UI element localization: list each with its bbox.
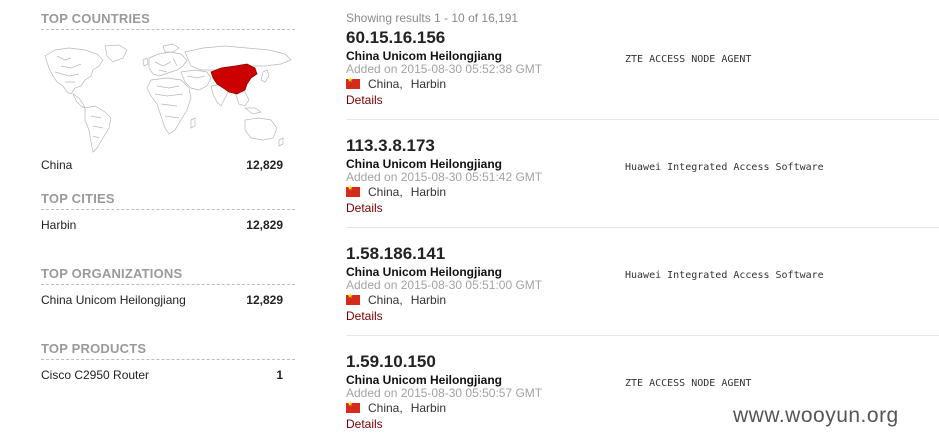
result-location: China, Harbin <box>346 184 447 199</box>
top-products-heading: TOP PRODUCTS <box>41 341 295 360</box>
world-map <box>41 42 295 154</box>
result-item: 113.3.8.173 China Unicom Heilongjiang Ad… <box>346 120 939 228</box>
result-city: Harbin <box>410 185 447 199</box>
result-banner: Huawei Integrated Access Software <box>625 270 824 281</box>
result-item: 60.15.16.156 China Unicom Heilongjiang A… <box>346 12 939 120</box>
product-stat-row[interactable]: Cisco C2950 Router 1 <box>41 368 283 382</box>
result-org: China Unicom Heilongjiang <box>346 49 503 63</box>
result-location: China, Harbin <box>346 292 447 307</box>
china-flag-icon <box>346 76 360 89</box>
facets-sidebar: TOP COUNTRIES China 12,829 TOP CITIES Ha… <box>0 0 300 448</box>
china-flag-icon <box>346 184 360 197</box>
result-banner: ZTE ACCESS NODE AGENT <box>625 378 752 389</box>
details-link[interactable]: Details <box>346 417 383 431</box>
city-count: 12,829 <box>246 218 283 232</box>
organization-stat-row[interactable]: China Unicom Heilongjiang 12,829 <box>41 293 283 307</box>
details-link[interactable]: Details <box>346 93 383 107</box>
result-banner: Huawei Integrated Access Software <box>625 162 824 173</box>
country-label: China <box>41 158 73 172</box>
details-link[interactable]: Details <box>346 201 383 215</box>
organization-label: China Unicom Heilongjiang <box>41 293 186 307</box>
country-stat-row[interactable]: China 12,829 <box>41 158 283 172</box>
location-separator: , <box>399 185 403 199</box>
watermark-text: www.wooyun.org <box>733 404 899 427</box>
result-city: Harbin <box>410 77 447 91</box>
world-map-svg <box>44 43 292 153</box>
result-ip[interactable]: 113.3.8.173 <box>346 137 435 155</box>
location-separator: , <box>399 77 403 91</box>
organization-count: 12,829 <box>246 293 283 307</box>
result-location: China, Harbin <box>346 76 447 91</box>
result-city: Harbin <box>410 293 447 307</box>
city-label: Harbin <box>41 218 77 232</box>
top-organizations-heading: TOP ORGANIZATIONS <box>41 266 295 285</box>
result-country: China <box>368 185 400 199</box>
result-org: China Unicom Heilongjiang <box>346 157 503 171</box>
details-link[interactable]: Details <box>346 309 383 323</box>
result-location: China, Harbin <box>346 400 447 415</box>
result-ip[interactable]: 1.59.10.150 <box>346 353 436 371</box>
result-ip[interactable]: 1.58.186.141 <box>346 245 445 263</box>
country-count: 12,829 <box>246 158 283 172</box>
product-label: Cisco C2950 Router <box>41 368 150 382</box>
result-org: China Unicom Heilongjiang <box>346 265 503 279</box>
result-city: Harbin <box>410 401 447 415</box>
result-item: 1.58.186.141 China Unicom Heilongjiang A… <box>346 228 939 336</box>
result-added-date: Added on 2015-08-30 05:51:00 GMT <box>346 278 543 292</box>
result-added-date: Added on 2015-08-30 05:52:38 GMT <box>346 62 543 76</box>
result-added-date: Added on 2015-08-30 05:50:57 GMT <box>346 386 543 400</box>
china-flag-icon <box>346 292 360 305</box>
result-country: China <box>368 293 400 307</box>
location-separator: , <box>399 401 403 415</box>
location-separator: , <box>399 293 403 307</box>
result-org: China Unicom Heilongjiang <box>346 373 503 387</box>
result-ip[interactable]: 60.15.16.156 <box>346 29 445 47</box>
result-banner: ZTE ACCESS NODE AGENT <box>625 54 752 65</box>
china-flag-icon <box>346 400 360 413</box>
city-stat-row[interactable]: Harbin 12,829 <box>41 218 283 232</box>
result-country: China <box>368 77 400 91</box>
result-added-date: Added on 2015-08-30 05:51:42 GMT <box>346 170 543 184</box>
product-count: 1 <box>276 368 283 382</box>
top-countries-heading: TOP COUNTRIES <box>41 11 295 30</box>
top-cities-heading: TOP CITIES <box>41 191 295 210</box>
result-country: China <box>368 401 400 415</box>
